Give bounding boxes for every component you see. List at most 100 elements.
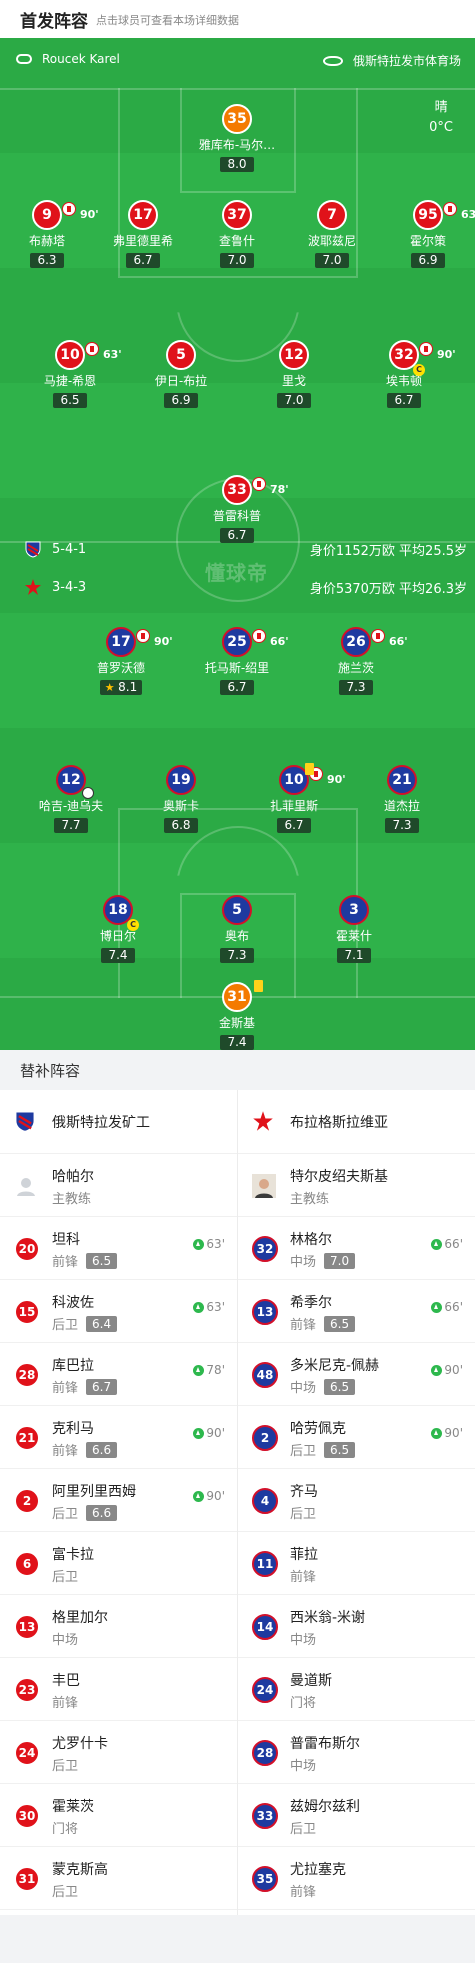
player-position: 后卫 6.5 (290, 1440, 356, 1459)
away-player[interactable]: 21 道杰拉 7.3 (357, 765, 447, 833)
sub-minute: 90' (206, 1426, 225, 1440)
bench-player-row[interactable]: 14 西米翁-米谢 中场 (238, 1595, 475, 1658)
venue-name: 俄斯特拉发市体育场 (352, 54, 461, 68)
position-text: 后卫 (52, 1318, 79, 1333)
player-position: 中场 6.5 (290, 1377, 356, 1396)
player-number: 14 (252, 1614, 278, 1640)
player-position: 后卫 6.4 (52, 1314, 118, 1333)
bench-player-row[interactable]: 48 多米尼克-佩赫 中场 6.5 90' (238, 1343, 475, 1406)
player-number: 9 90' (32, 200, 99, 230)
player-number-text: 9 (42, 207, 52, 223)
player-number-text: 12 (284, 347, 304, 363)
home-player[interactable]: 35 雅库布-马尔… 8.0 (192, 104, 282, 172)
position-text: 后卫 (52, 1507, 79, 1522)
player-name: 多米尼克-佩赫 (290, 1358, 380, 1374)
player-number-text: 35 (227, 111, 247, 127)
away-bench-team[interactable]: 布拉格斯拉维亚 (238, 1090, 475, 1154)
bench-player-row[interactable]: 13 格里加尔 中场 (0, 1595, 237, 1658)
bench-player-row[interactable]: 23 丰巴 前锋 (0, 1658, 237, 1721)
player-position: 后卫 (52, 1881, 78, 1900)
bench-player-row[interactable]: 2 哈劳佩克 后卫 6.5 90' (238, 1406, 475, 1469)
player-name: 查鲁什 (218, 234, 255, 248)
player-number: 32 90' C (389, 340, 456, 376)
home-player[interactable]: 17 弗里德里希 6.7 (98, 200, 188, 268)
home-coach[interactable]: 哈帕尔 主教练 (0, 1154, 237, 1217)
away-player[interactable]: 10 90' 扎菲里斯 6.7 (249, 763, 346, 833)
home-player[interactable]: 10 63' 马捷-希恩 6.5 (25, 340, 122, 408)
bench-player-row[interactable]: 21 克利马 前锋 6.6 90' (0, 1406, 237, 1469)
player-number: 10 90' (279, 763, 346, 795)
bench-player-row[interactable]: 35 尤拉塞克 前锋 (238, 1847, 475, 1910)
bench-player-row[interactable]: 28 普雷布斯尔 中场 (238, 1721, 475, 1784)
bench-player-row[interactable]: 15 科波佐 后卫 6.4 63' (0, 1280, 237, 1343)
away-player[interactable]: 31 金斯基 7.4 (192, 980, 282, 1050)
player-number: 10 63' (55, 340, 122, 370)
player-name: 丰巴 (52, 1673, 80, 1689)
substitution-icon (252, 629, 266, 643)
away-coach[interactable]: 特尔皮绍夫斯基 主教练 (238, 1154, 475, 1217)
player-number: 21 (14, 1425, 40, 1451)
away-player[interactable]: 12 ● 哈吉-迪乌夫 7.7 (26, 765, 116, 833)
rating-value: 7.0 (322, 253, 342, 267)
position-text: 后卫 (290, 1507, 317, 1522)
bench-player-row[interactable]: 31 蒙克斯高 后卫 (0, 1847, 237, 1910)
away-player[interactable]: 25 66' 托马斯-绍里 6.7 (192, 627, 289, 695)
player-number: 35 (222, 104, 252, 134)
bench-player-row[interactable]: 20 坦科 前锋 6.5 63' (0, 1217, 237, 1280)
sub-in-time: 66' (431, 1300, 463, 1314)
player-number-text: 17 (111, 634, 131, 650)
bench-player-row[interactable]: 28 库巴拉 前锋 6.7 78' (0, 1343, 237, 1406)
home-player[interactable]: 12 里戈 7.0 (249, 340, 339, 408)
away-player[interactable]: 17 90' 普罗沃德 ★ 8.1 (76, 627, 173, 695)
sub-in-icon (193, 1490, 205, 1502)
bench-player-row[interactable]: 24 曼道斯 门将 (238, 1658, 475, 1721)
bench-player-row[interactable]: 4 齐马 后卫 (238, 1469, 475, 1532)
away-player[interactable]: 5 奥布 7.3 (192, 895, 282, 963)
away-player[interactable]: 18 C 博日尔 7.4 (73, 895, 163, 963)
away-player[interactable]: 3 霍莱什 7.1 (309, 895, 399, 963)
sub-minute: 66' (270, 635, 289, 648)
referee-info: Roucek Karel (16, 52, 120, 66)
position-text: 中场 (290, 1381, 317, 1396)
player-number: 26 66' (341, 627, 408, 657)
home-player[interactable]: 5 伊日-布拉 6.9 (136, 340, 226, 408)
rating-value: 7.3 (227, 948, 247, 962)
page-subtitle: 点击球员可查看本场详细数据 (96, 14, 239, 27)
bench-player-row[interactable]: 33 兹姆尔兹利 后卫 (238, 1784, 475, 1847)
player-number: 25 66' (222, 627, 289, 657)
home-player[interactable]: 9 90' 布赫塔 6.3 (2, 200, 99, 268)
player-number: 3 (339, 895, 369, 925)
away-player[interactable]: 26 66' 施兰茨 7.3 (311, 627, 408, 695)
home-bench-team[interactable]: 俄斯特拉发矿工 (0, 1090, 237, 1154)
rating-value: 7.3 (392, 818, 412, 832)
player-rating: 7.3 (339, 680, 373, 695)
player-number-text: 17 (133, 207, 153, 223)
player-rating: 6.5 (324, 1441, 356, 1458)
bench-player-row[interactable]: 6 富卡拉 后卫 (0, 1532, 237, 1595)
home-player[interactable]: 32 90' C 埃韦顿 6.7 (359, 340, 456, 408)
home-player[interactable]: 7 波耶兹尼 7.0 (287, 200, 377, 268)
bench-player-row[interactable]: 24 尤罗什卡 后卫 (0, 1721, 237, 1784)
player-number: 2 (252, 1425, 278, 1451)
away-bench: 布拉格斯拉维亚 特尔皮绍夫斯基 主教练 32 林格尔 中场 7.0 66' 13 希季尔 前锋… (238, 1090, 475, 1910)
bench-player-row[interactable]: 30 霍莱茨 门将 (0, 1784, 237, 1847)
player-rating: 7.4 (101, 948, 135, 963)
rating-value: 6.7 (133, 253, 153, 267)
position-text: 中场 (290, 1759, 317, 1774)
player-name: 雅库布-马尔… (198, 138, 276, 152)
home-player[interactable]: 37 查鲁什 7.0 (192, 200, 282, 268)
home-player[interactable]: 95 63' 霍尔策 6.9 (383, 200, 475, 268)
away-team-logo-icon (24, 578, 42, 596)
bench-player-row[interactable]: 2 阿里列里西姆 后卫 6.6 90' (0, 1469, 237, 1532)
home-player[interactable]: 33 78' 普雷科普 6.7 (192, 475, 289, 543)
player-position: 前锋 6.6 (52, 1440, 118, 1459)
home-formation: 5-4-1 (24, 540, 86, 558)
rating-value: 8.0 (227, 157, 247, 171)
bench-player-row[interactable]: 32 林格尔 中场 7.0 66' (238, 1217, 475, 1280)
bench-player-row[interactable]: 13 希季尔 前锋 6.5 66' (238, 1280, 475, 1343)
bench-player-row[interactable]: 11 菲拉 前锋 (238, 1532, 475, 1595)
sub-minute: 63' (206, 1300, 225, 1314)
away-player[interactable]: 19 奥斯卡 6.8 (136, 765, 226, 833)
player-name: 埃韦顿 (385, 374, 422, 388)
player-number-text: 21 (392, 772, 412, 788)
